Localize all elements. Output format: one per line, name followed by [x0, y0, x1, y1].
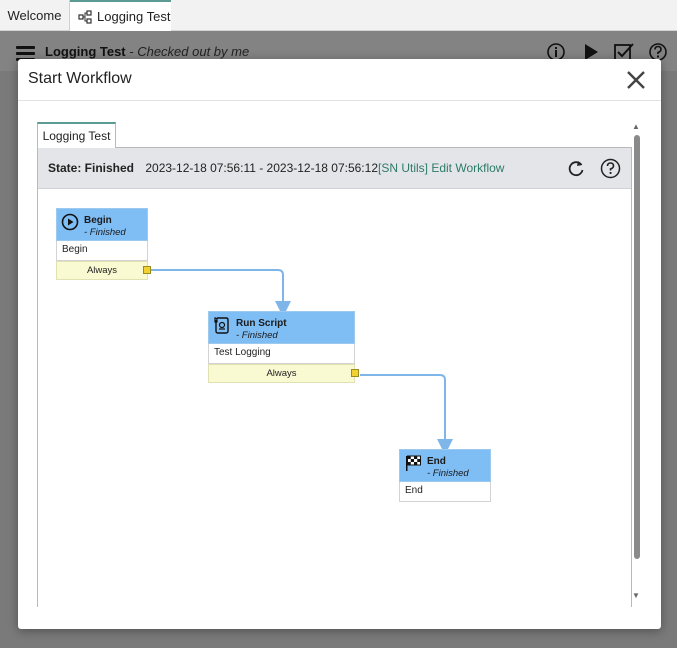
edit-workflow-link[interactable]: [SN Utils] Edit Workflow [378, 161, 504, 175]
node-name: Run Script [236, 318, 287, 329]
tab-workflow-logging-test[interactable]: Logging Test [37, 122, 116, 148]
node-body: End [399, 482, 491, 502]
node-name: Begin [84, 215, 112, 226]
refresh-icon[interactable] [566, 158, 587, 179]
workflow-icon [78, 9, 92, 24]
checkered-flag-icon [406, 455, 421, 471]
dialog-header: Start Workflow [18, 59, 661, 101]
node-status: - Finished [236, 330, 278, 341]
workflow-toolbar: State: Finished 2023-12-18 07:56:11 - 20… [38, 148, 631, 189]
scrollbar-thumb[interactable] [634, 135, 640, 559]
app-title: Logging Test - Checked out by me [45, 44, 249, 59]
scroll-down-arrow[interactable]: ▼ [632, 591, 640, 600]
condition-port[interactable] [351, 369, 359, 377]
menu-icon[interactable] [16, 46, 35, 61]
app-title-name: Logging Test [45, 44, 126, 59]
node-body: Test Logging [208, 344, 355, 364]
app-title-subtitle: - Checked out by me [129, 44, 250, 59]
inner-tab-label: Logging Test [42, 129, 111, 143]
tab-logging-test[interactable]: Logging Test [70, 0, 171, 31]
close-icon[interactable] [625, 69, 647, 91]
node-status: - Finished [84, 227, 126, 238]
node-name: End [427, 456, 446, 467]
node-header: Run Script - Finished [208, 311, 355, 344]
node-status: - Finished [427, 468, 469, 479]
tab-logging-test-label: Logging Test [97, 9, 171, 24]
editor-tab-bar: Welcome Logging Test [0, 0, 677, 31]
node-header: End - Finished [399, 449, 491, 482]
node-header: Begin - Finished [56, 208, 148, 241]
state-timestamps: 2023-12-18 07:56:11 - 2023-12-18 07:56:1… [145, 161, 378, 175]
workflow-state: State: Finished 2023-12-18 07:56:11 - 20… [48, 161, 504, 175]
script-icon [214, 317, 229, 334]
tab-welcome-label: Welcome [7, 8, 62, 23]
scroll-up-arrow[interactable]: ▲ [632, 122, 640, 131]
node-condition: Always [208, 364, 355, 383]
help-icon[interactable] [600, 158, 621, 179]
tab-welcome[interactable]: Welcome [0, 0, 70, 31]
play-icon [61, 213, 79, 231]
node-condition: Always [56, 261, 148, 280]
node-body: Begin [56, 241, 148, 261]
condition-port[interactable] [143, 266, 151, 274]
state-label: State: Finished [48, 161, 135, 175]
dialog-title: Start Workflow [28, 70, 132, 87]
